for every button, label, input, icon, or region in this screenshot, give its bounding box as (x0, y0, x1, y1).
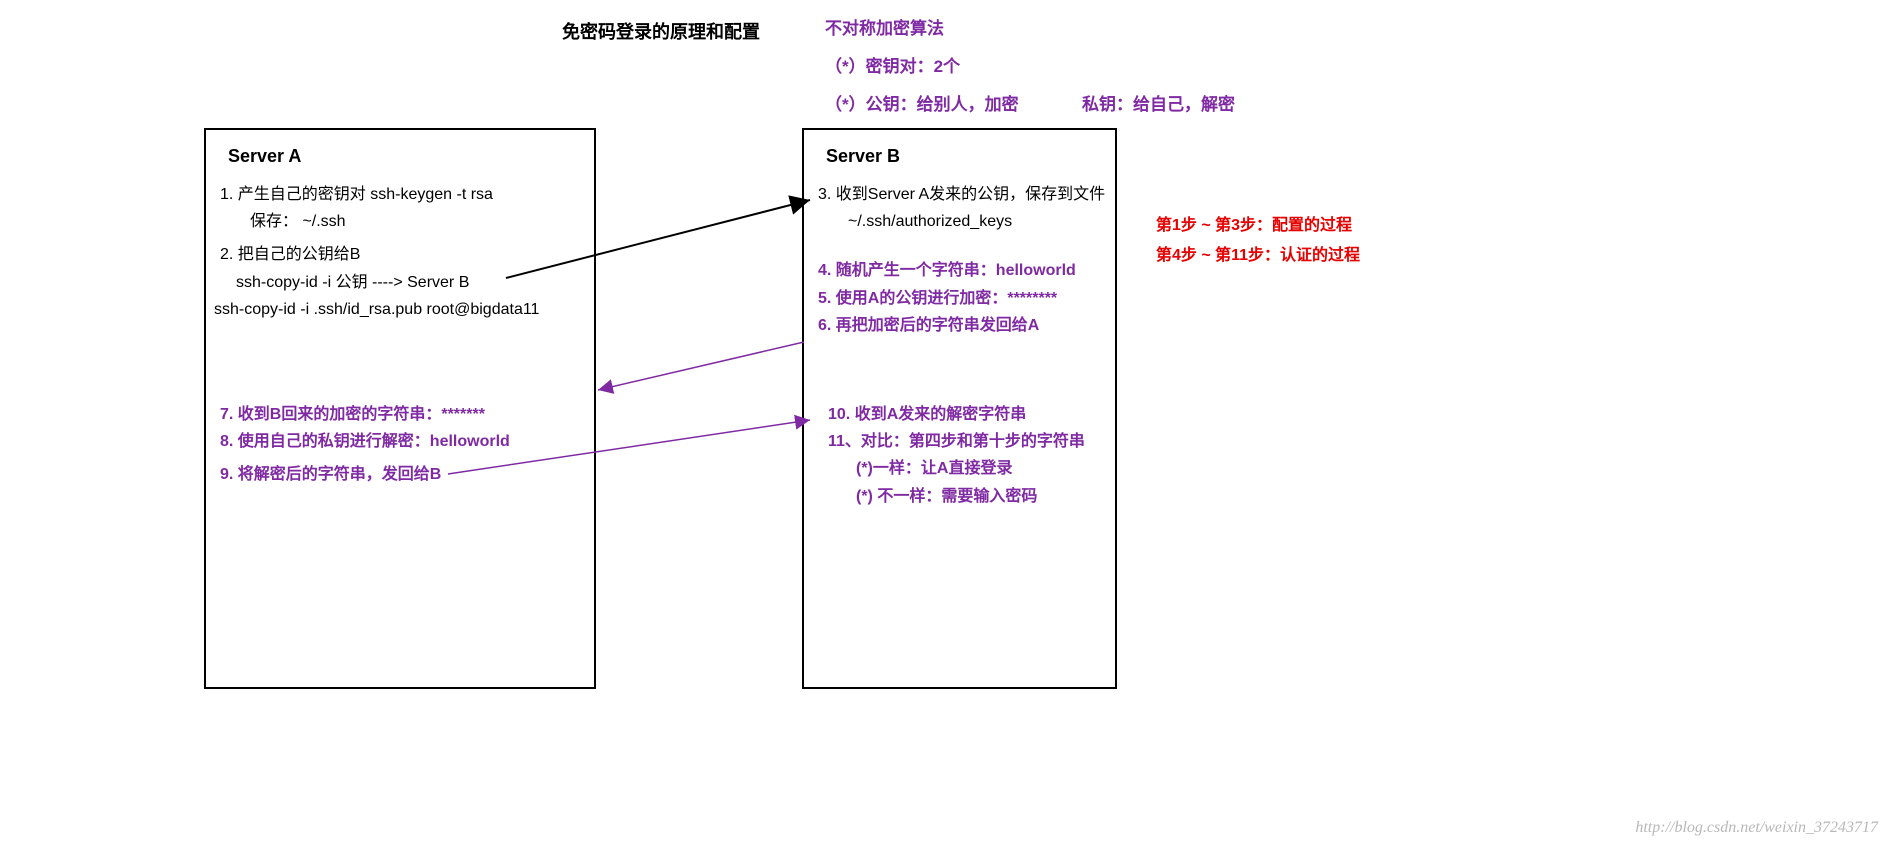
note-privkey: 私钥：给自己，解密 (1082, 90, 1235, 115)
step-1: 1. 产生自己的密钥对 ssh-keygen -t rsa (220, 181, 594, 208)
red-note-auth: 第4步 ~ 第11步：认证的过程 (1156, 242, 1360, 271)
step-3: 3. 收到Server A发来的公钥，保存到文件 (818, 181, 1115, 208)
server-a-title: Server A (228, 146, 594, 167)
step-2b: ssh-copy-id -i .ssh/id_rsa.pub root@bigd… (214, 296, 594, 323)
step-2: 2. 把自己的公钥给B (220, 241, 594, 268)
step-9: 9. 将解密后的字符串，发回给B (220, 461, 594, 488)
step-4: 4. 随机产生一个字符串：helloworld (818, 257, 1115, 284)
step-10: 10. 收到A发来的解密字符串 (828, 401, 1115, 428)
server-b-title: Server B (826, 146, 1115, 167)
step-8: 8. 使用自己的私钥进行解密：helloworld (220, 428, 594, 455)
step-5: 5. 使用A的公钥进行加密：******** (818, 285, 1115, 312)
step-6: 6. 再把加密后的字符串发回给A (818, 312, 1115, 339)
note-pubkey: （*）公钥：给别人，加密 (825, 90, 1019, 115)
note-asymmetric: 不对称加密算法 (825, 14, 944, 39)
diagram-title: 免密码登录的原理和配置 (562, 18, 760, 44)
red-note-config: 第1步 ~ 第3步：配置的过程 (1156, 212, 1352, 241)
note-keypair: （*）密钥对：2个 (825, 52, 960, 77)
step-7: 7. 收到B回来的加密的字符串：******* (220, 401, 594, 428)
step-3a: ~/.ssh/authorized_keys (848, 208, 1115, 235)
step-11: 11、对比：第四步和第十步的字符串 (828, 428, 1115, 455)
watermark: http://blog.csdn.net/weixin_37243717 (1635, 819, 1878, 837)
step-11b: (*) 不一样：需要输入密码 (856, 483, 1115, 510)
step-11a: (*)一样：让A直接登录 (856, 455, 1115, 482)
step-2a: ssh-copy-id -i 公钥 ----> Server B (236, 269, 594, 296)
server-a-box: Server A 1. 产生自己的密钥对 ssh-keygen -t rsa 保… (204, 128, 596, 689)
step-1a: 保存： ~/.ssh (250, 208, 594, 235)
arrow-6-to-7 (598, 342, 804, 390)
server-b-box: Server B 3. 收到Server A发来的公钥，保存到文件 ~/.ssh… (802, 128, 1117, 689)
